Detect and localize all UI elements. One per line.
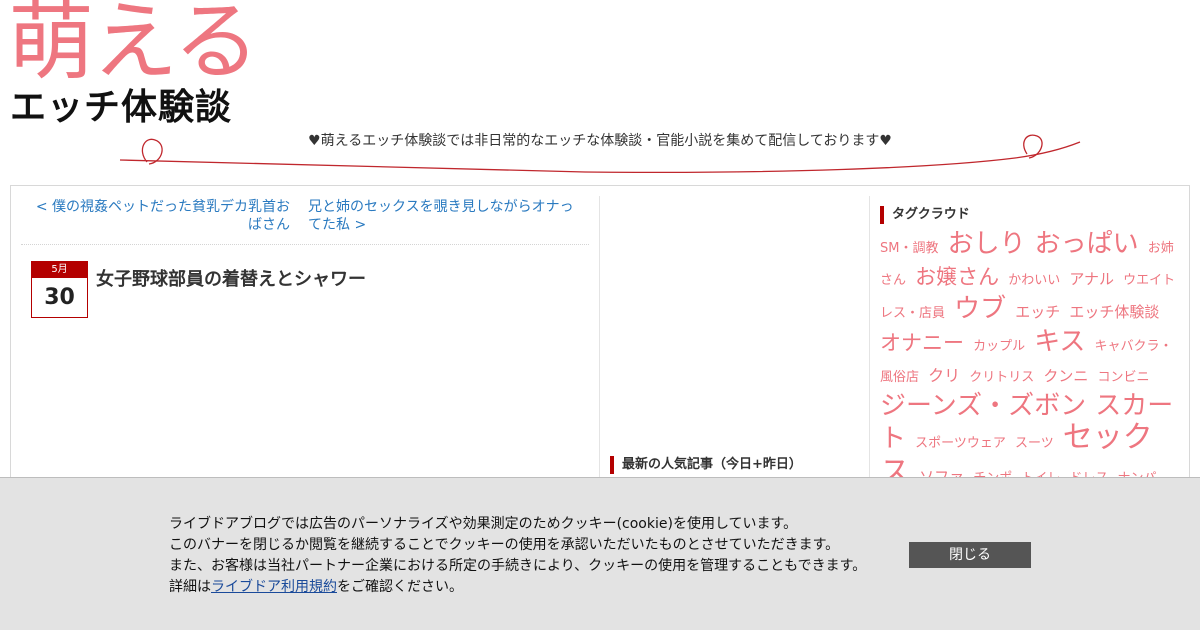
cookie-notice-line: また、お客様は当社パートナー企業における所定の手続きにより、クッキーの使用を管理… [169,558,867,574]
tag-link[interactable]: アナル [1069,270,1114,288]
prev-post-link[interactable]: < 僕の視姦ペットだった貧乳デカ乳首おばさん [30,198,290,234]
popular-posts-heading: 最新の人気記事（今日+昨日） [610,456,802,474]
cookie-notice-line: 詳細はライブドア利用規約をご確認ください。 [169,577,869,598]
site-tagline: ♥萌えるエッチ体験談では非日常的なエッチな体験談・官能小説を集めて配信しておりま… [308,133,892,149]
cookie-notice-line: このバナーを閉じるか閲覧を継続することでクッキーの使用を承認いただいたものとさせ… [169,537,840,553]
tag-link[interactable]: SM・調教 [880,241,938,256]
tag-link[interactable]: お嬢さん [915,265,999,289]
site-logo[interactable]: 萌える [8,0,259,92]
site-logo-subtitle[interactable]: エッチ体験談 [10,86,232,130]
tag-link[interactable]: クリ [928,366,960,385]
tag-link[interactable]: クンニ [1043,367,1088,385]
tag-link[interactable]: カップル [973,339,1025,354]
tag-link[interactable]: エッチ [1015,303,1060,321]
cookie-notice-prefix: 詳細は [169,579,211,595]
cookie-consent-banner: ライブドアブログでは広告のパーソナライズや効果測定のためクッキー(cookie)… [0,477,1200,630]
tag-link[interactable]: コンビニ [1097,370,1149,385]
tag-link[interactable]: かわいい [1008,273,1060,288]
tag-cloud: SM・調教 おしり おっぱい お姉さん お嬢さん かわいい アナル ウエイトレス… [880,230,1180,490]
post-title[interactable]: 女子野球部員の着替えとシャワー [96,267,366,293]
tag-link[interactable]: ウブ [954,294,1006,324]
tag-link[interactable]: おしり [948,230,1026,259]
cookie-notice-line: ライブドアブログでは広告のパーソナライズや効果測定のためクッキー(cookie)… [169,516,798,532]
tag-link[interactable]: おっぱい [1035,230,1139,259]
cookie-notice-suffix: をご確認ください。 [337,579,463,595]
close-button[interactable]: 閉じる [909,542,1031,568]
post-date-month: 5月 [32,262,87,278]
cookie-notice-text: ライブドアブログでは広告のパーソナライズや効果測定のためクッキー(cookie)… [169,514,869,598]
tag-link[interactable]: スポーツウェア [915,436,1006,451]
nav-divider [21,244,589,245]
tag-link[interactable]: キス [1034,327,1085,357]
terms-of-use-link[interactable]: ライブドア利用規約 [211,579,337,595]
column-divider [869,196,870,486]
tag-link[interactable]: エッチ体験談 [1069,303,1159,321]
tag-cloud-heading: タグクラウド [880,206,970,224]
post-date-badge: 5月 30 [31,261,88,318]
post-date-day: 30 [44,285,75,310]
tag-link[interactable]: クリトリス [969,370,1034,385]
tag-link[interactable]: オナニー [880,331,964,355]
tag-link[interactable]: ジーンズ・ズボン [880,391,1086,421]
column-divider [599,196,600,486]
next-post-link[interactable]: 兄と姉のセックスを覗き見しながらオナってた私 > [308,198,578,234]
tag-link[interactable]: スーツ [1015,436,1054,451]
